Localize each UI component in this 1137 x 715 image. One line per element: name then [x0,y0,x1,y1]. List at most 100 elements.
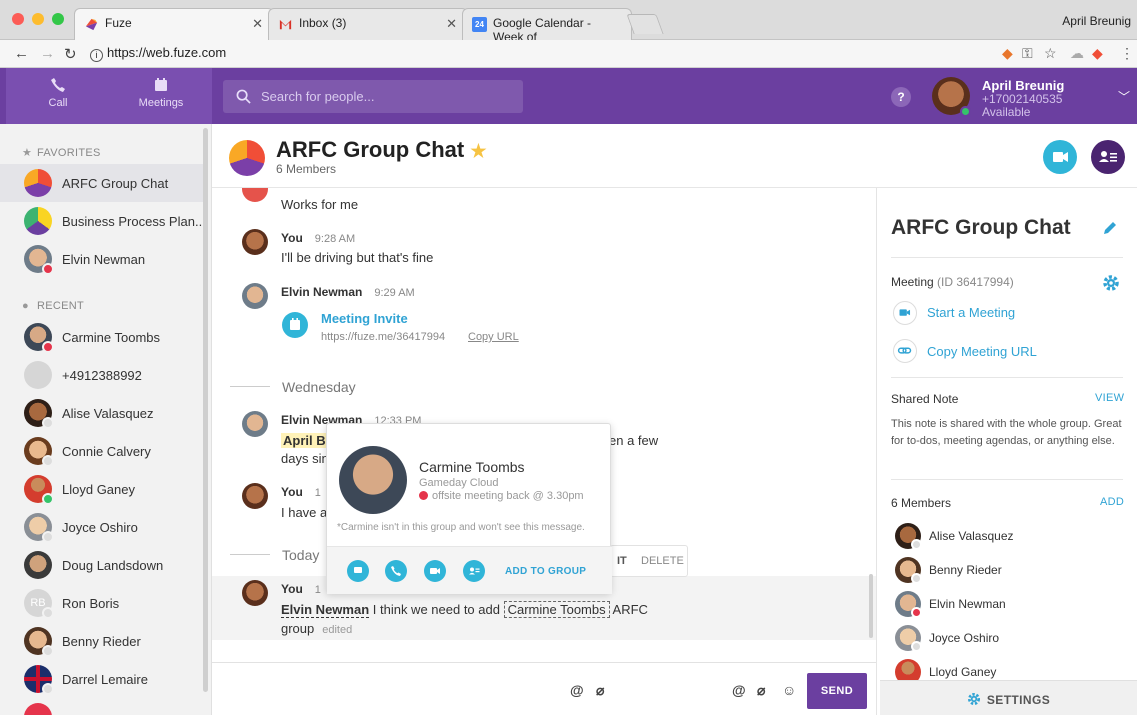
sidebar-item-business-process[interactable]: Business Process Plan... [0,202,206,240]
shared-note-text: This note is shared with the whole group… [891,418,1122,447]
contact-name: Alise Valasquez [62,406,154,421]
phone-icon [391,566,401,576]
video-camera-icon [430,568,440,574]
site-info-icon[interactable]: i [90,49,103,62]
link-icon [893,339,917,363]
sidebar-item-partial[interactable] [0,698,203,715]
sidebar-item-joyce-oshiro[interactable]: Joyce Oshiro [0,508,203,546]
nav-meetings[interactable]: Meetings [110,68,212,124]
window-zoom-button[interactable] [52,13,64,25]
pencil-icon[interactable] [1102,220,1118,236]
contact-card-actions: ADD TO GROUP [327,546,612,594]
favorite-star-icon[interactable]: ★ [470,141,486,161]
browser-tab-calendar[interactable]: 24 Google Calendar - Week of [462,8,632,44]
meeting-label: Meeting (ID 36417994) [891,275,1014,289]
mention-icon[interactable]: @ [732,682,746,698]
back-arrow-icon[interactable]: ← [14,45,29,62]
video-button[interactable] [424,560,446,582]
member-item[interactable]: Elvin Newman [895,591,1135,619]
offline-status-icon [911,539,922,550]
message-author: You 9:28 AM [281,231,356,245]
mention-icon[interactable]: @ [570,682,584,698]
cloud-extension-icon[interactable]: ☁ [1070,45,1084,62]
meeting-invite-url[interactable]: https://fuze.me/36417994 [321,331,445,343]
gear-icon [967,692,980,706]
fuze-extension-icon[interactable]: ◆ [1092,45,1103,62]
contact-photo [339,446,407,514]
help-button[interactable]: ? [891,87,911,107]
view-note-button[interactable]: VIEW [1095,392,1124,404]
browser-profile-name[interactable]: April Breunig [1062,14,1131,28]
close-tab-icon[interactable]: ✕ [446,16,457,32]
nav-call-label: Call [48,97,68,109]
meeting-invite-icon[interactable] [282,312,308,338]
new-tab-button[interactable] [626,14,664,34]
sidebar-item-alise-valasquez[interactable]: Alise Valasquez [0,394,203,432]
message-scrollbar[interactable] [869,574,873,638]
chat-title: ARFC Group Chat ★ [276,137,487,162]
sidebar-item-elvin-newman[interactable]: Elvin Newman [0,240,203,278]
mention-token[interactable]: Carmine Toombs [503,601,610,618]
chat-button[interactable] [347,560,369,582]
group-details-button[interactable] [1091,140,1125,174]
attachment-icon[interactable]: ⌀ [596,682,604,699]
call-button[interactable] [385,560,407,582]
day-label: Today [282,547,320,563]
member-item[interactable]: Benny Rieder [895,557,1135,585]
start-meeting-link[interactable]: Start a Meeting [927,305,1015,320]
message-composer[interactable]: @ ⌀ @ ⌀ ☺ SEND [212,662,876,715]
message-time: 1 [314,584,321,596]
contact-name: Benny Rieder [62,634,141,649]
dnd-status-icon [911,607,922,618]
key-icon[interactable]: ⚿ [1022,45,1033,62]
attachment-icon[interactable]: ⌀ [757,682,765,699]
sidebar-item-ron-boris[interactable]: RB Ron Boris [0,584,203,622]
edited-label: edited [322,624,353,636]
browser-tab-gmail[interactable]: Inbox (3) ✕ [268,8,468,40]
delete-button[interactable]: DELETE [641,555,684,567]
sidebar-item-darrel-lemaire[interactable]: Darrel Lemaire [0,660,203,698]
extension-icon[interactable]: ◆ [1002,45,1013,62]
mention[interactable]: Elvin Newman [281,602,370,618]
sidebar-item-benny-rieder[interactable]: Benny Rieder [0,622,203,660]
close-tab-icon[interactable]: ✕ [252,16,263,32]
copy-meeting-url-link[interactable]: Copy Meeting URL [927,344,1037,359]
emoji-icon[interactable]: ☺ [782,682,796,698]
sidebar-item-connie-calvery[interactable]: Connie Calvery [0,432,203,470]
sidebar-item-carmine-toombs[interactable]: Carmine Toombs [0,318,203,356]
settings-button[interactable]: SETTINGS [880,680,1137,715]
add-member-button[interactable]: ADD [1100,496,1124,508]
video-camera-icon [1053,152,1068,162]
gear-icon[interactable] [1102,274,1120,292]
send-button[interactable]: SEND [807,673,867,709]
browser-menu-icon[interactable]: ⋮ [1120,45,1134,62]
member-item[interactable]: Alise Valasquez [895,523,1135,551]
search-icon [236,89,251,104]
sidebar-item-arfc-group-chat[interactable]: ARFC Group Chat [0,164,203,202]
contact-info-button[interactable] [463,560,485,582]
default-user-icon [24,361,52,389]
sidebar-scrollbar[interactable] [203,128,208,692]
member-item[interactable]: Joyce Oshiro [895,625,1135,653]
forward-arrow-icon[interactable]: → [40,45,55,62]
sidebar-item-phone-number[interactable]: +4912388992 [0,356,203,394]
window-minimize-button[interactable] [32,13,44,25]
sidebar-item-doug-landsdown[interactable]: Doug Landsdown [0,546,203,584]
browser-tab-fuze[interactable]: Fuze ✕ [74,8,274,40]
sidebar-item-lloyd-ganey[interactable]: Lloyd Ganey [0,470,203,508]
member-name: Benny Rieder [929,563,1002,577]
people-search-input[interactable]: Search for people... [223,80,523,113]
window-close-button[interactable] [12,13,24,25]
add-to-group-button[interactable]: ADD TO GROUP [505,566,586,577]
group-details-panel: ARFC Group Chat Meeting (ID 36417994) St… [876,188,1137,715]
url-field[interactable]: i https://web.fuze.com [90,45,226,62]
copy-url-link[interactable]: Copy URL [468,331,519,343]
bookmark-star-icon[interactable]: ☆ [1044,45,1057,62]
video-call-button[interactable] [1043,140,1077,174]
meeting-invite-link[interactable]: Meeting Invite [321,311,408,326]
edit-button[interactable]: IT [617,555,627,567]
reload-icon[interactable]: ↻ [64,45,77,63]
chevron-down-icon[interactable]: ﹀ [1118,88,1130,105]
mention[interactable]: April Br [281,433,333,448]
nav-call[interactable]: Call [6,68,110,124]
